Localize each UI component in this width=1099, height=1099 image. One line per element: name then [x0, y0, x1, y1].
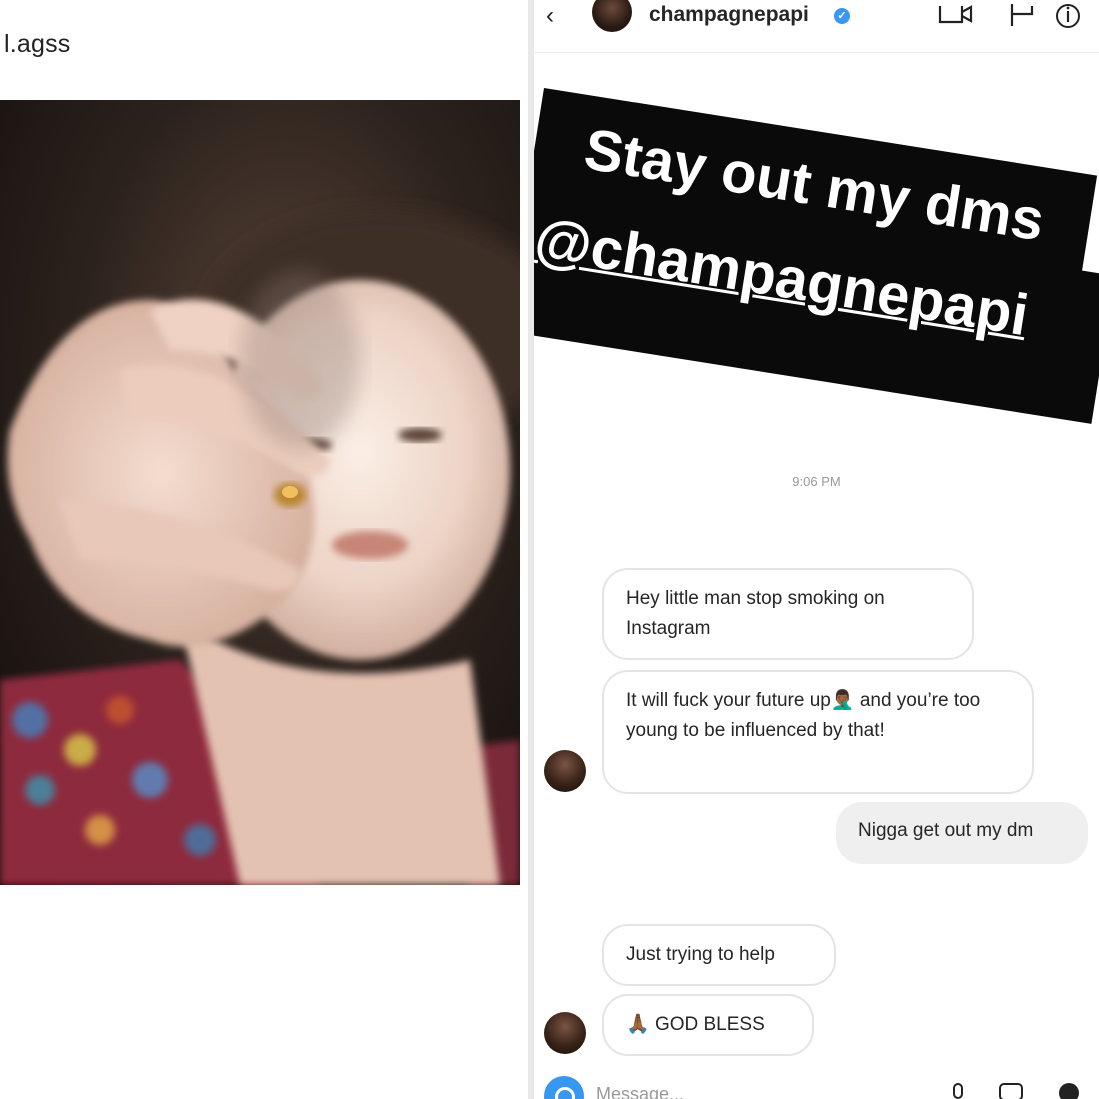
message-composer: Message...	[534, 1068, 1099, 1099]
dm-header: ‹ champagnepapi ✓	[534, 0, 1099, 53]
message-bubble-incoming[interactable]: Just trying to help	[602, 924, 836, 986]
header-avatar[interactable]	[592, 0, 632, 32]
smoking-photo-image	[0, 100, 520, 885]
camera-button-icon[interactable]	[544, 1076, 584, 1099]
message-bubble-incoming[interactable]: 🙏🏾 GOD BLESS	[602, 994, 814, 1056]
left-username[interactable]: l.agss	[4, 30, 71, 59]
left-panel: l.agss	[0, 0, 528, 1099]
header-username[interactable]: champagnepapi	[649, 3, 809, 27]
praying-hands-emoji-icon: 🙏🏾	[626, 1014, 650, 1035]
message-bubble-incoming[interactable]: Hey little man stop smoking on Instagram	[602, 568, 974, 660]
gallery-icon[interactable]	[998, 1082, 1024, 1099]
story-photo	[0, 100, 520, 885]
message-text: GOD BLESS	[649, 1014, 765, 1035]
message-input[interactable]: Message...	[596, 1084, 684, 1099]
message-text: Hey little man stop smoking on Instagram	[626, 588, 885, 639]
microphone-icon[interactable]	[948, 1082, 968, 1099]
left-header: l.agss	[0, 0, 528, 96]
sender-avatar[interactable]	[544, 750, 586, 792]
message-bubble-outgoing[interactable]: Nigga get out my dm	[836, 802, 1088, 864]
verified-badge-icon: ✓	[834, 8, 850, 24]
sender-avatar[interactable]	[544, 1012, 586, 1054]
dm-panel: ‹ champagnepapi ✓ Stay out my dms @champ…	[534, 0, 1099, 1099]
add-icon[interactable]	[1058, 1082, 1080, 1099]
info-icon[interactable]	[1054, 2, 1082, 30]
message-text: Nigga get out my dm	[858, 820, 1034, 841]
message-text: Just trying to help	[626, 944, 775, 965]
back-chevron-icon[interactable]: ‹	[546, 4, 554, 28]
facepalm-emoji-icon: 🤦🏾‍♂️	[830, 690, 855, 711]
video-call-icon[interactable]	[938, 2, 974, 28]
flag-icon[interactable]	[1008, 2, 1036, 28]
message-bubble-incoming[interactable]: It will fuck your future up🤦🏾‍♂️ and you…	[602, 670, 1034, 794]
message-timestamp: 9:06 PM	[792, 474, 841, 489]
message-text: It will fuck your future up	[626, 690, 831, 711]
